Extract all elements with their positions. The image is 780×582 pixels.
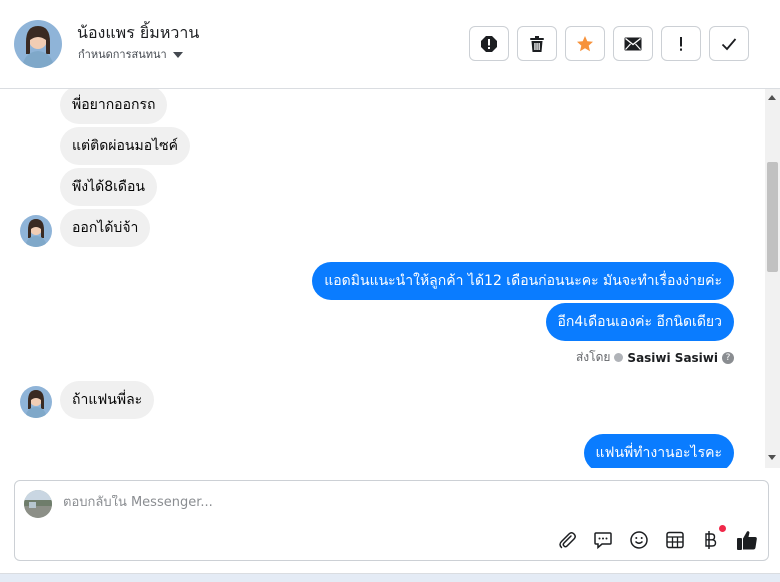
smiley-icon	[630, 531, 648, 549]
mark-unread-button[interactable]	[613, 26, 653, 61]
saved-replies-button[interactable]	[592, 529, 614, 551]
incoming-message[interactable]: แต่ติดผ่อนมอไซค์	[60, 127, 191, 165]
delete-button[interactable]	[517, 26, 557, 61]
paperclip-icon	[559, 532, 576, 549]
contact-avatar-small	[20, 386, 52, 418]
assign-conversation-dropdown[interactable]: กำหนดการสนทนา	[78, 45, 183, 63]
like-button[interactable]	[736, 529, 758, 551]
exclamation-icon	[680, 36, 682, 51]
reply-input[interactable]	[63, 495, 543, 510]
contact-name[interactable]: น้องแพร ยิ้มหวาน	[77, 21, 199, 46]
contact-avatar-small	[20, 215, 52, 247]
calendar-grid-icon	[666, 531, 684, 549]
done-button[interactable]	[709, 26, 749, 61]
page-bottom-strip	[0, 574, 780, 582]
message-thread: พี่อยากออกรถ แต่ติดผ่อนมอไซค์ พึงได้8เดื…	[0, 89, 780, 468]
header-actions	[469, 26, 749, 61]
check-icon	[721, 37, 737, 50]
assign-label: กำหนดการสนทนา	[78, 48, 167, 61]
sent-by-info: ส่งโดย Sasiwi Sasiwi ?	[576, 348, 734, 367]
spam-button[interactable]	[469, 26, 509, 61]
payment-button[interactable]	[700, 525, 726, 551]
outgoing-message[interactable]: แอดมินแนะนำให้ลูกค้า ได้12 เดือนก่อนนะคะ…	[312, 262, 734, 300]
outgoing-message[interactable]: อีก4เดือนเองค่ะ อีกนิดเดียว	[545, 303, 734, 341]
appointment-button[interactable]	[664, 529, 686, 551]
caret-down-icon	[172, 51, 183, 58]
sent-by-prefix: ส่งโดย	[575, 350, 611, 364]
star-button[interactable]	[565, 26, 605, 61]
scroll-down-arrow-icon[interactable]	[768, 455, 776, 460]
sent-by-name[interactable]: Sasiwi Sasiwi	[627, 351, 718, 365]
attach-button[interactable]	[556, 529, 578, 551]
inbox-conversation-panel: น้องแพร ยิ้มหวาน กำหนดการสนทนา พี่อยากออ…	[0, 0, 780, 574]
scrollbar-thumb[interactable]	[767, 162, 778, 272]
alert-circle-icon	[481, 35, 497, 52]
thumbs-up-icon	[737, 531, 757, 550]
trash-icon	[530, 35, 544, 52]
notification-dot	[719, 525, 726, 532]
help-icon[interactable]: ?	[722, 351, 734, 364]
outgoing-message[interactable]: แฟนพี่ทำงานอะไรคะ	[583, 434, 734, 468]
thread-scrollbar[interactable]	[765, 89, 780, 468]
envelope-icon	[624, 37, 642, 50]
contact-avatar[interactable]	[14, 20, 62, 68]
star-icon	[577, 35, 593, 51]
emoji-button[interactable]	[628, 529, 650, 551]
scroll-up-arrow-icon[interactable]	[768, 95, 776, 100]
conversation-header: น้องแพร ยิ้มหวาน กำหนดการสนทนา	[0, 0, 780, 89]
page-avatar	[24, 490, 52, 518]
page-badge-icon	[614, 353, 624, 362]
incoming-message[interactable]: พี่อยากออกรถ	[60, 89, 168, 124]
incoming-message[interactable]: ถ้าแฟนพี่ละ	[60, 381, 155, 419]
chat-bubble-icon	[594, 532, 612, 550]
baht-icon	[705, 531, 717, 549]
incoming-message[interactable]: ออกได้บ่จ้า	[60, 209, 151, 247]
follow-up-button[interactable]	[661, 26, 701, 61]
composer-toolbar	[556, 525, 758, 551]
reply-composer	[14, 480, 769, 561]
incoming-message[interactable]: พึงได้8เดือน	[60, 168, 157, 206]
